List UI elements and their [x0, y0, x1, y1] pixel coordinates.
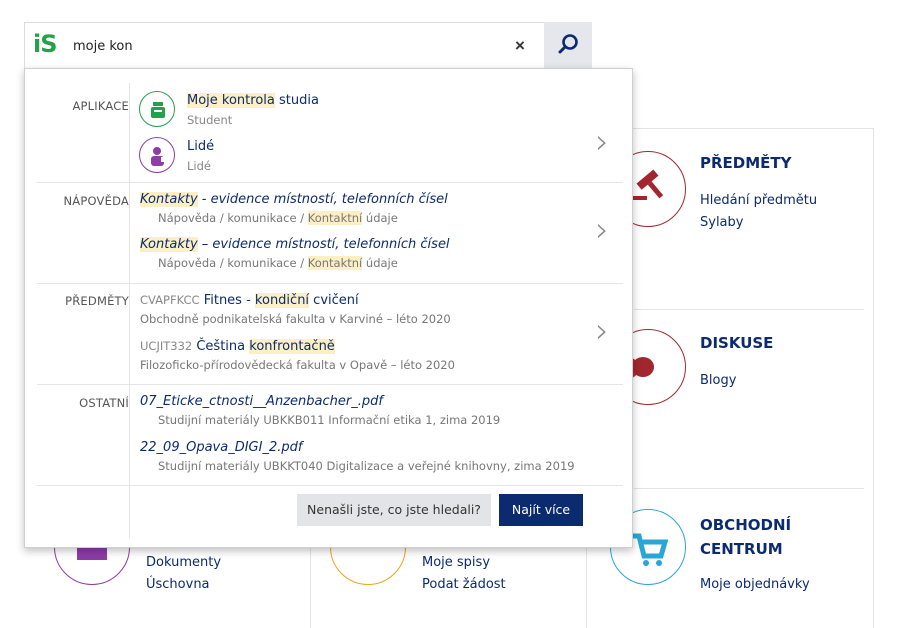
file-result-title: 07_Eticke_ctnosti__Anzenbacher_.pdf	[140, 394, 383, 409]
tile-link-moje-spisy[interactable]: Moje spisy	[422, 553, 490, 573]
app-subtitle: Lidé	[187, 159, 211, 173]
help-result-title: Kontakty - evidence místností, telefonní…	[140, 192, 448, 207]
obchodni-centrum-tile-title-line2[interactable]: CENTRUM	[700, 538, 783, 560]
chevron-right-icon[interactable]: ›	[595, 314, 609, 348]
tile-link-sylaby[interactable]: Sylaby	[700, 213, 743, 233]
search-icon	[558, 34, 578, 54]
search-input[interactable]	[73, 34, 493, 58]
section-divider	[129, 385, 130, 485]
section-divider	[129, 183, 130, 283]
search-bar: iS ×	[24, 22, 592, 69]
section-divider	[129, 486, 130, 538]
tile-link-dokumenty[interactable]: Dokumenty	[146, 553, 221, 573]
search-results-dropdown: APLIKACE Moje kontrola studia Student Li…	[24, 68, 633, 548]
student-icon	[139, 91, 175, 127]
course-result-title: CVAPFKCC Fitnes - kondiční cvičení	[140, 293, 359, 308]
person-icon	[139, 137, 175, 173]
help-result[interactable]: Kontakty – evidence místností, telefonní…	[140, 236, 450, 272]
section-label-aplikace: APLIKACE	[72, 99, 129, 113]
tile-link-blogy[interactable]: Blogy	[700, 371, 736, 391]
section-aplikace: APLIKACE Moje kontrola studia Student Li…	[37, 83, 623, 183]
obchodni-centrum-tile-title-line1[interactable]: OBCHODNÍ	[700, 514, 791, 536]
tile-link-uschovna[interactable]: Úschovna	[146, 575, 210, 595]
section-label-predmety: PŘEDMĚTY	[65, 294, 129, 308]
help-result-path: Nápověda / komunikace / Kontaktní údaje	[158, 256, 398, 270]
section-divider	[129, 83, 130, 182]
clear-search-button[interactable]: ×	[509, 35, 531, 57]
chevron-right-icon[interactable]: ›	[595, 213, 609, 247]
tile-link-podat-zadost[interactable]: Podat žádost	[422, 575, 506, 595]
section-predmety: PŘEDMĚTY CVAPFKCC Fitnes - kondiční cvič…	[37, 284, 623, 385]
course-result-faculty: Filozoficko-přírodovědecká fakulta v Opa…	[140, 358, 455, 372]
diskuse-tile-title[interactable]: DISKUSE	[700, 332, 773, 354]
course-result[interactable]: UCJIT332 Čeština konfrontačně Filozofick…	[140, 337, 455, 374]
tile-link-moje-objednavky[interactable]: Moje objednávky	[700, 575, 810, 595]
app-title: Lidé	[187, 139, 215, 154]
file-result-meta: Studijní materiály UBKKT040 Digitalizace…	[158, 459, 575, 473]
section-ostatni: OSTATNÍ 07_Eticke_ctnosti__Anzenbacher_.…	[37, 385, 623, 486]
not-found-button[interactable]: Nenašli jste, co jste hledali?	[297, 494, 491, 526]
section-label-ostatni: OSTATNÍ	[79, 396, 129, 410]
file-result[interactable]: 22_09_Opava_DIGI_2.pdf Studijní materiál…	[140, 439, 575, 475]
tile-divider	[873, 129, 874, 628]
tile-link-hledani-predmetu[interactable]: Hledání předmětu	[700, 191, 817, 211]
tile-divider	[634, 488, 864, 489]
course-result[interactable]: CVAPFKCC Fitnes - kondiční cvičení Obcho…	[140, 291, 451, 328]
app-title: Moje kontrola studia	[187, 93, 319, 108]
chevron-right-icon[interactable]: ›	[595, 125, 609, 159]
tile-divider	[634, 309, 864, 310]
predmety-tile-title[interactable]: PŘEDMĚTY	[700, 152, 792, 174]
section-napoveda: NÁPOVĚDA Kontakty - evidence místností, …	[37, 183, 623, 284]
help-result[interactable]: Kontakty - evidence místností, telefonní…	[140, 191, 448, 227]
find-more-button[interactable]: Najít více	[499, 494, 583, 526]
file-result[interactable]: 07_Eticke_ctnosti__Anzenbacher_.pdf Stud…	[140, 393, 500, 429]
help-result-path: Nápověda / komunikace / Kontaktní údaje	[158, 211, 398, 225]
section-label-napoveda: NÁPOVĚDA	[63, 194, 129, 208]
app-subtitle: Student	[187, 113, 233, 127]
close-icon: ×	[515, 36, 525, 55]
is-logo[interactable]: iS	[33, 30, 57, 58]
help-result-title: Kontakty – evidence místností, telefonní…	[140, 237, 450, 252]
course-result-title: UCJIT332 Čeština konfrontačně	[140, 339, 335, 354]
file-result-meta: Studijní materiály UBKKB011 Informační e…	[158, 413, 501, 427]
file-result-title: 22_09_Opava_DIGI_2.pdf	[140, 440, 303, 455]
search-button[interactable]	[544, 22, 592, 69]
course-result-faculty: Obchodně podnikatelská fakulta v Karviné…	[140, 312, 451, 326]
section-divider	[129, 284, 130, 384]
